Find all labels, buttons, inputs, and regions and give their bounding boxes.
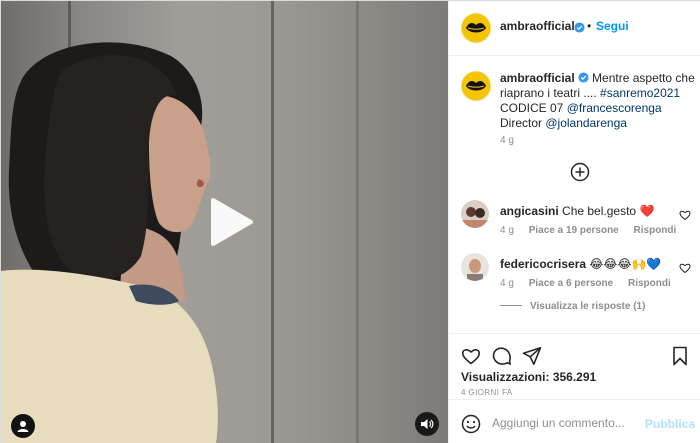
views-count[interactable]: Visualizzazioni: 356.291	[461, 370, 596, 384]
avatar[interactable]	[461, 13, 491, 43]
heart-icon[interactable]	[679, 209, 691, 221]
header-username[interactable]: ambraofficial	[500, 19, 575, 33]
comment-likes-link[interactable]: Piace a 19 persone	[529, 225, 619, 236]
view-replies-label: Visualizza le risposte (1)	[530, 301, 646, 312]
heart-icon[interactable]	[679, 262, 691, 274]
comment-body: Che bel.gesto	[562, 204, 637, 218]
replies-divider	[500, 305, 522, 306]
post-side-panel: ambraofficial • Segui ambraofficial Ment…	[448, 1, 700, 443]
play-icon[interactable]	[201, 194, 257, 250]
caption-timestamp: 4 g	[500, 135, 514, 146]
post-modal: ambraofficial • Segui ambraofficial Ment…	[0, 0, 700, 443]
comment-time: 4 g	[500, 225, 514, 236]
comment-username[interactable]: federicocrisera	[500, 257, 586, 271]
comment-bubble-icon[interactable]	[492, 346, 512, 366]
follow-button[interactable]: Segui	[596, 19, 629, 33]
reply-button[interactable]: Rispondi	[628, 278, 671, 289]
comment-time: 4 g	[500, 278, 514, 289]
caption-username[interactable]: ambraofficial	[500, 71, 575, 85]
verified-badge-icon	[578, 72, 589, 83]
caption-body: CODICE 07	[500, 101, 567, 115]
separator-dot: •	[587, 19, 592, 33]
avatar[interactable]	[461, 200, 489, 228]
paper-plane-icon[interactable]	[522, 346, 542, 366]
lips-logo-icon	[466, 23, 486, 33]
volume-icon[interactable]	[415, 412, 439, 436]
caption-text: ambraofficial Mentre aspetto che riapran…	[500, 71, 695, 131]
hashtag-link[interactable]: #sanremo2021	[600, 86, 680, 100]
verified-badge-icon	[571, 19, 585, 37]
comment-username[interactable]: angicasini	[500, 204, 559, 218]
add-comment-bar: Pubblica	[449, 399, 700, 443]
caption-body: Director	[500, 116, 546, 130]
views-number: 356.291	[552, 370, 597, 384]
smiley-icon[interactable]	[461, 414, 481, 434]
reply-button[interactable]: Rispondi	[634, 225, 677, 236]
comment-input[interactable]	[492, 413, 642, 433]
comment-meta: 4 g Piace a 19 persone Rispondi	[500, 225, 688, 236]
comment-emoji: 😂😂😂🙌💙	[589, 257, 662, 271]
comment-text: federicocrisera 😂😂😂🙌💙	[500, 257, 675, 271]
plus-circle-icon[interactable]	[570, 162, 590, 182]
avatar[interactable]	[461, 253, 489, 281]
avatar[interactable]	[461, 71, 491, 101]
post-date: 4 GIORNI FA	[461, 388, 513, 397]
publish-button[interactable]: Pubblica	[645, 417, 695, 431]
comment-emoji: ❤️	[639, 204, 655, 218]
heart-icon[interactable]	[461, 346, 481, 366]
view-replies-button[interactable]: Visualizza le risposte (1)	[500, 301, 645, 312]
views-label: Visualizzazioni:	[461, 370, 550, 384]
comment-text: angicasini Che bel.gesto ❤️	[500, 204, 675, 218]
mention-link[interactable]: @jolandarenga	[545, 116, 627, 130]
comment-likes-link[interactable]: Piace a 6 persone	[529, 278, 614, 289]
lips-logo-icon	[466, 81, 486, 91]
comment-meta: 4 g Piace a 6 persone Rispondi	[500, 278, 683, 289]
mention-link[interactable]: @francescorenga	[567, 101, 662, 115]
post-header: ambraofficial • Segui	[449, 1, 700, 56]
tagged-user-icon[interactable]	[11, 414, 35, 438]
video-player[interactable]	[1, 1, 448, 443]
bookmark-icon[interactable]	[670, 346, 690, 366]
